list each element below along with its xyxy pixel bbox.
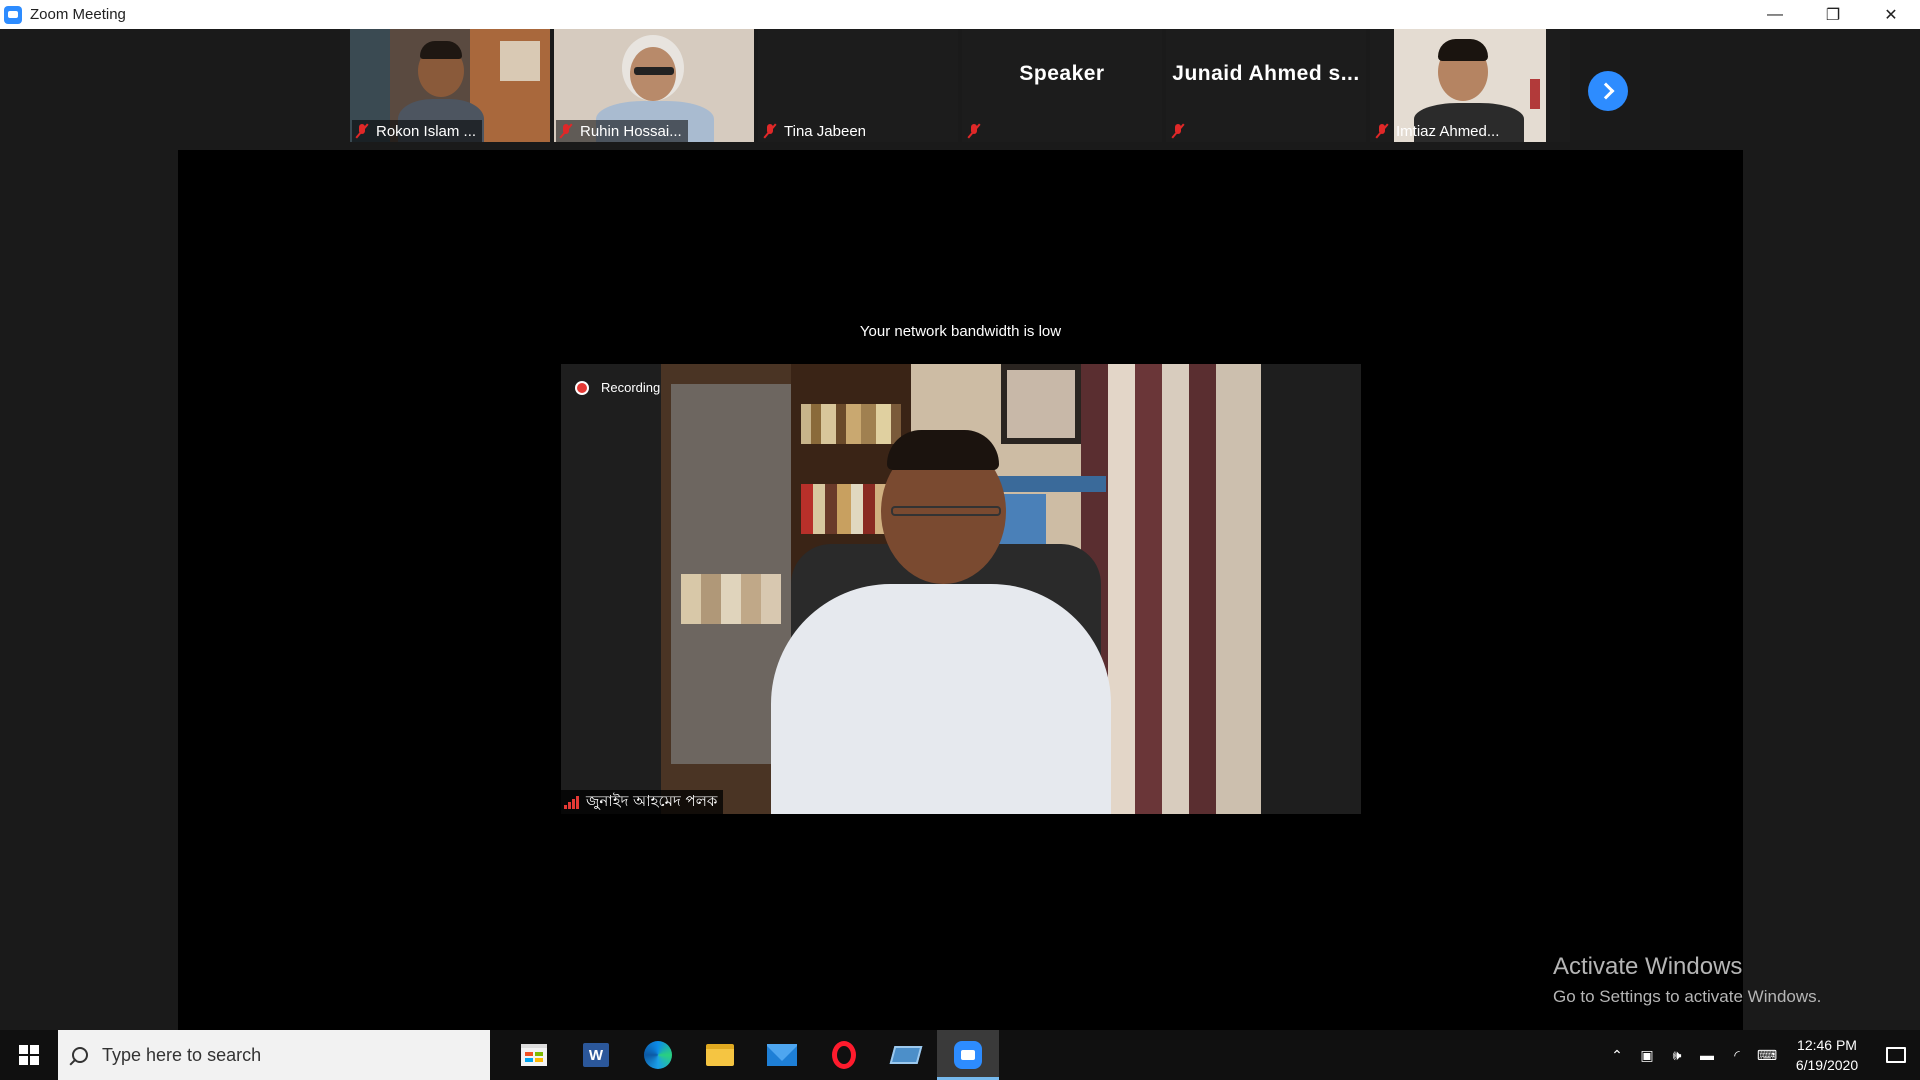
close-button[interactable]: ✕ bbox=[1862, 0, 1920, 29]
participant-strip: Rokon Islam ... Ruhin Hossai... Tina Jab… bbox=[350, 29, 1574, 147]
speaker-name-tag: জুনাইদ আহমেদ পলক bbox=[561, 790, 724, 814]
minimize-button[interactable]: — bbox=[1746, 0, 1804, 29]
mic-muted-icon bbox=[966, 123, 982, 139]
speaker-video-frame bbox=[661, 364, 1261, 814]
taskbar-apps: W bbox=[503, 1030, 999, 1080]
mic-muted-icon bbox=[1170, 123, 1186, 139]
participant-tile[interactable]: Tina Jabeen bbox=[758, 29, 958, 142]
recording-indicator: Recording bbox=[575, 380, 660, 395]
app-icon[interactable] bbox=[875, 1030, 937, 1080]
speaker-name: জুনাইদ আহমেদ পলক bbox=[586, 791, 718, 810]
meeting-window: Rokon Islam ... Ruhin Hossai... Tina Jab… bbox=[0, 29, 1920, 1030]
participant-tile[interactable]: Speaker bbox=[962, 29, 1162, 142]
mic-muted-icon bbox=[354, 123, 370, 139]
participant-name: Rokon Islam ... bbox=[376, 122, 477, 140]
mail-icon[interactable] bbox=[751, 1030, 813, 1080]
show-hidden-icons-chevron-up-icon[interactable]: ⌃ bbox=[1602, 1030, 1632, 1080]
zoom-icon[interactable] bbox=[937, 1030, 999, 1080]
active-speaker-stage: Your network bandwidth is low Recording … bbox=[178, 150, 1743, 1030]
clock-time: 12:46 PM bbox=[1797, 1037, 1857, 1053]
word-icon[interactable]: W bbox=[565, 1030, 627, 1080]
chevron-right-icon bbox=[1597, 82, 1615, 100]
windows-logo-icon bbox=[19, 1045, 39, 1065]
watermark-title: Activate Windows bbox=[1553, 953, 1743, 980]
participant-display-name: Junaid Ahmed s... bbox=[1172, 62, 1360, 85]
recording-dot-icon bbox=[575, 380, 589, 395]
window-title: Zoom Meeting bbox=[30, 6, 126, 23]
zoom-app-icon bbox=[4, 5, 22, 24]
system-tray: ⌃ ▣ 🕪 ▬ ◜ ⌨ 12:46 PM 6/19/2020 bbox=[1602, 1030, 1920, 1080]
search-placeholder: Type here to search bbox=[102, 1044, 262, 1065]
taskbar-clock[interactable]: 12:46 PM 6/19/2020 bbox=[1782, 1035, 1872, 1075]
participant-name: Ruhin Hossai... bbox=[580, 122, 682, 140]
notification-icon bbox=[1886, 1047, 1906, 1063]
restore-button[interactable]: ❐ bbox=[1804, 0, 1862, 29]
participant-name: Tina Jabeen bbox=[784, 122, 867, 140]
watermark-subtitle: Go to Settings to activate Windows. bbox=[1553, 987, 1822, 1006]
connection-signal-icon bbox=[564, 795, 580, 809]
taskbar-search-box[interactable]: Type here to search bbox=[58, 1030, 490, 1080]
participant-tile[interactable]: Junaid Ahmed s... bbox=[1166, 29, 1366, 142]
activate-windows-watermark: Activate Windows Go to Settings to activ… bbox=[1553, 953, 1821, 1007]
mic-muted-icon bbox=[762, 123, 778, 139]
file-explorer-icon[interactable] bbox=[689, 1030, 751, 1080]
wifi-icon[interactable]: ◜ bbox=[1722, 1030, 1752, 1080]
keyboard-icon[interactable]: ⌨ bbox=[1752, 1030, 1782, 1080]
bandwidth-notice: Your network bandwidth is low bbox=[859, 323, 1062, 340]
start-button[interactable] bbox=[0, 1030, 58, 1080]
next-page-button[interactable] bbox=[1588, 71, 1628, 111]
participant-display-name: Speaker bbox=[1019, 62, 1105, 85]
active-speaker-video[interactable]: Recording জুনাইদ আহমেদ পলক bbox=[561, 364, 1361, 814]
participant-tile[interactable]: Ruhin Hossai... bbox=[554, 29, 754, 142]
search-icon bbox=[72, 1047, 88, 1063]
participant-name: Imtiaz Ahmed... bbox=[1396, 122, 1500, 140]
title-bar: Zoom Meeting — ❐ ✕ bbox=[0, 0, 1920, 29]
network-status-icon[interactable]: ▣ bbox=[1632, 1030, 1662, 1080]
notifications-button[interactable] bbox=[1872, 1030, 1920, 1080]
recording-label: Recording bbox=[601, 380, 661, 395]
clock-date: 6/19/2020 bbox=[1795, 1057, 1859, 1073]
battery-icon[interactable]: ▬ bbox=[1692, 1030, 1722, 1080]
participant-tile[interactable]: Rokon Islam ... bbox=[350, 29, 550, 142]
microsoft-store-icon[interactable] bbox=[503, 1030, 565, 1080]
edge-icon[interactable] bbox=[627, 1030, 689, 1080]
volume-icon[interactable]: 🕪 bbox=[1662, 1030, 1692, 1080]
participant-tile[interactable]: Imtiaz Ahmed... bbox=[1370, 29, 1570, 142]
opera-icon[interactable] bbox=[813, 1030, 875, 1080]
mic-muted-icon bbox=[1374, 123, 1390, 139]
windows-taskbar: Type here to search W ⌃ ▣ 🕪 ▬ ◜ ⌨ 12:46 … bbox=[0, 1030, 1920, 1080]
mic-muted-icon bbox=[558, 123, 574, 139]
